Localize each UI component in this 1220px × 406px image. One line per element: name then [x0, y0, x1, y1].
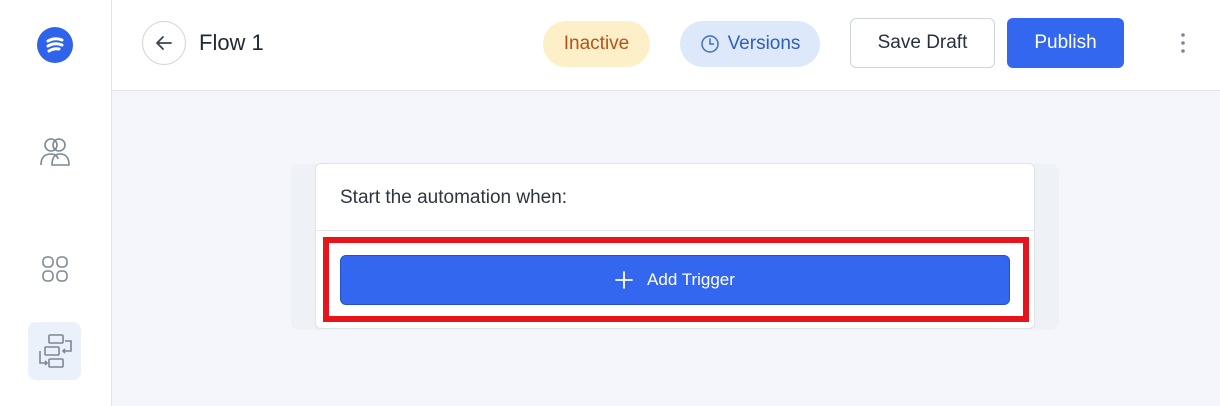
sidebar-item-apps[interactable] — [28, 240, 81, 298]
top-header: Flow 1 Inactive Versions Save Draft Publ… — [112, 0, 1220, 91]
sidebar — [0, 0, 112, 406]
users-icon — [39, 138, 70, 166]
sidebar-item-flows[interactable] — [28, 322, 81, 380]
versions-label: Versions — [727, 33, 801, 54]
plus-icon — [615, 271, 633, 289]
brand-logo-icon[interactable] — [37, 27, 73, 63]
save-draft-button[interactable]: Save Draft — [850, 18, 995, 68]
sidebar-item-users[interactable] — [28, 123, 81, 181]
status-badge: Inactive — [543, 21, 650, 67]
clock-icon — [700, 35, 719, 53]
versions-button[interactable]: Versions — [680, 21, 820, 67]
arrow-left-icon — [156, 36, 172, 50]
card-heading: Start the automation when: — [340, 187, 568, 208]
add-trigger-button[interactable]: Add Trigger — [340, 255, 1010, 305]
flows-icon — [38, 334, 72, 368]
page-title: Flow 1 — [199, 30, 264, 55]
add-trigger-label: Add Trigger — [647, 270, 735, 289]
publish-button[interactable]: Publish — [1007, 18, 1124, 68]
card-divider — [316, 230, 1034, 231]
more-options-button[interactable] — [1170, 27, 1196, 59]
back-button[interactable] — [142, 21, 186, 65]
app-root: Flow 1 Inactive Versions Save Draft Publ… — [0, 0, 1220, 406]
apps-grid-icon — [41, 256, 68, 282]
vertical-dots-icon — [1181, 33, 1185, 53]
